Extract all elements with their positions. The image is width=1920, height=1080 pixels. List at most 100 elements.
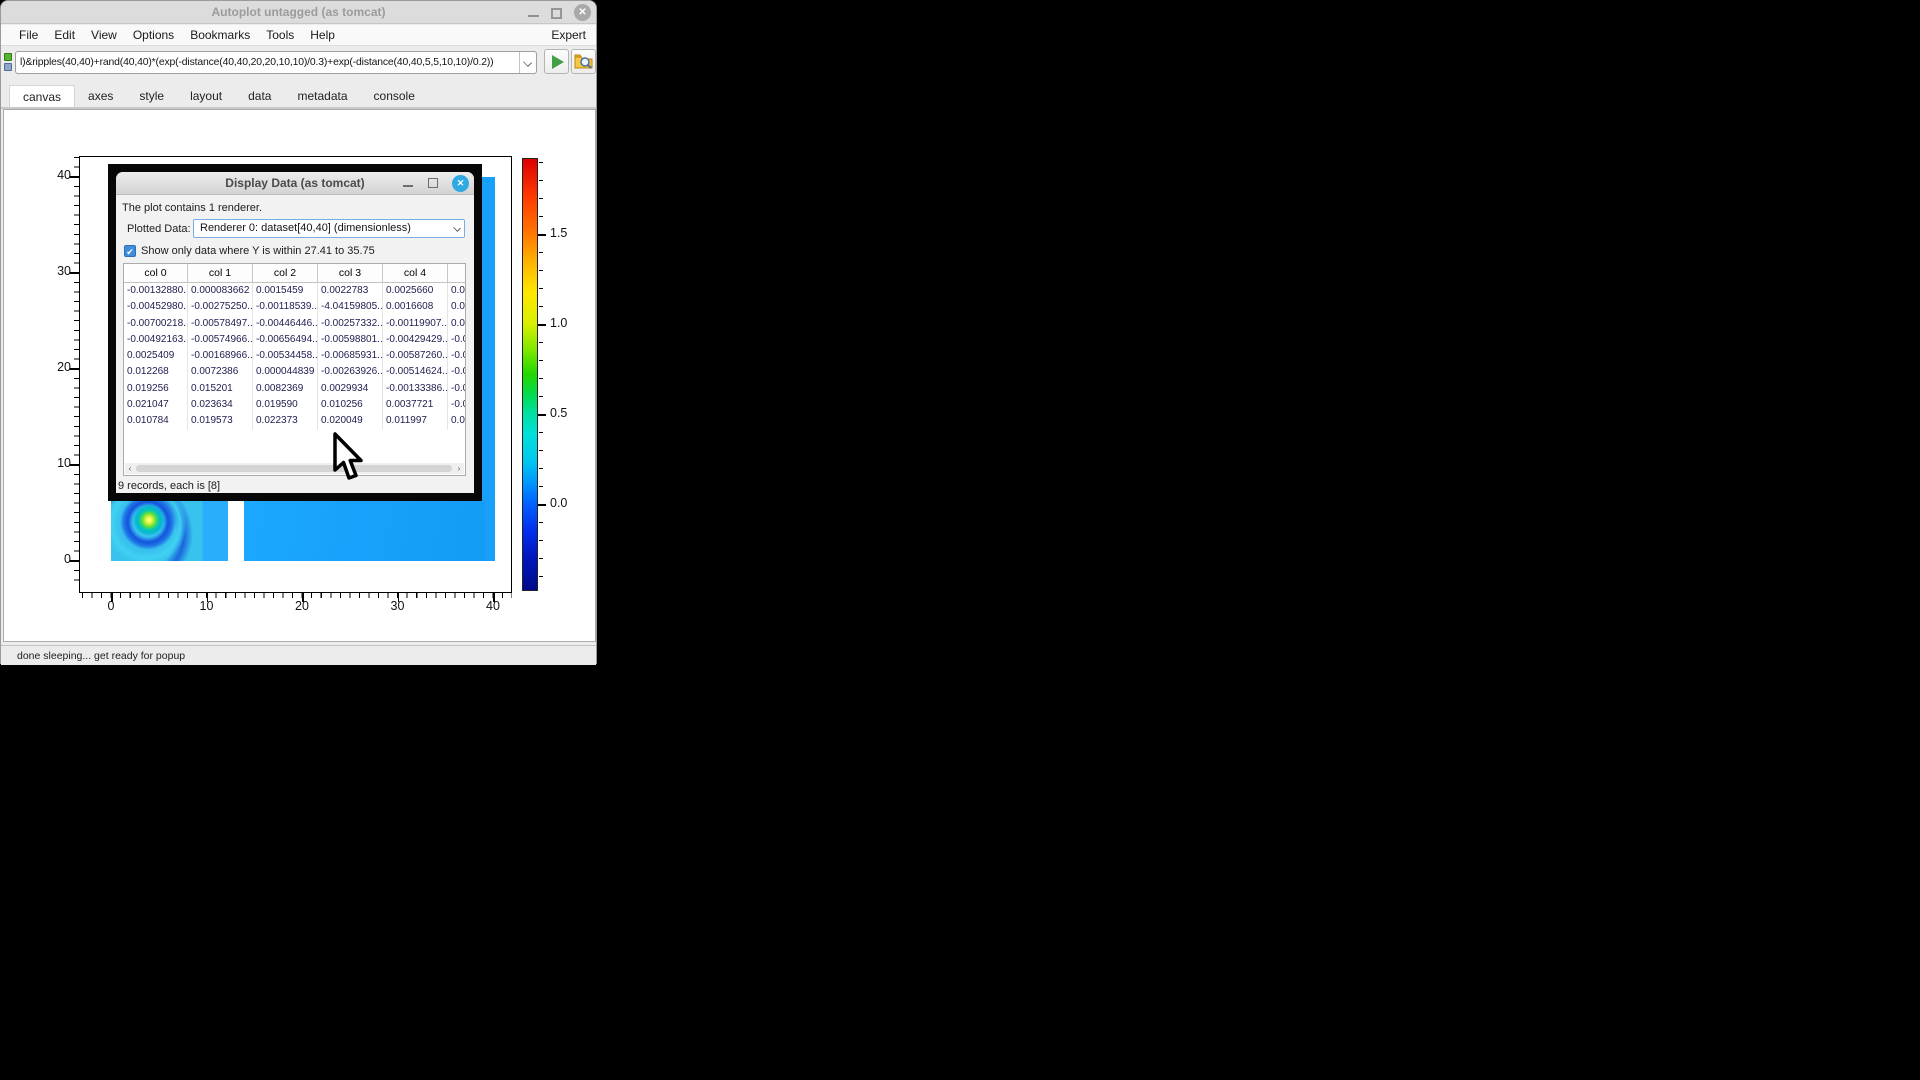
table-row[interactable]: -0.00492163...-0.00574966...-0.00656494.… bbox=[124, 332, 465, 348]
colorbar-minor-ticks bbox=[539, 158, 543, 590]
heatmap-ripple-blob bbox=[111, 501, 228, 561]
table-cell: 0.021047 bbox=[124, 397, 188, 413]
table-row[interactable]: -0.00452980...-0.00275250...-0.00118539.… bbox=[124, 299, 465, 315]
table-row[interactable]: 0.0025409-0.00168966...-0.00534458...-0.… bbox=[124, 348, 465, 364]
chevron-down-icon[interactable] bbox=[519, 52, 536, 73]
table-cell: 0.019256 bbox=[124, 381, 188, 397]
table-cell: 0.000083662 bbox=[188, 283, 253, 299]
table-cell: -0.0 bbox=[448, 364, 466, 380]
table-cell: -0.0 bbox=[448, 397, 466, 413]
menu-item-help[interactable]: Help bbox=[302, 26, 343, 44]
table-cell: 0.010256 bbox=[318, 397, 383, 413]
tab-layout[interactable]: layout bbox=[177, 85, 235, 108]
column-header[interactable]: col 1 bbox=[188, 264, 253, 282]
expert-mode-label[interactable]: Expert bbox=[551, 26, 586, 44]
table-cell: -4.04159805... bbox=[318, 299, 383, 315]
plotted-data-label: Plotted Data: bbox=[127, 223, 191, 235]
table-cell: -0.00492163... bbox=[124, 332, 188, 348]
minimize-icon[interactable] bbox=[528, 15, 539, 17]
status-blue-square-icon bbox=[4, 63, 12, 71]
table-cell: 0.00 bbox=[448, 299, 466, 315]
dialog-close-icon[interactable]: ✕ bbox=[452, 175, 469, 192]
x-tick bbox=[398, 593, 400, 602]
maximize-icon[interactable] bbox=[551, 8, 562, 19]
table-cell: 0.0037721 bbox=[383, 397, 448, 413]
dialog-titlebar[interactable]: Display Data (as tomcat) ✕ bbox=[116, 172, 474, 195]
column-header[interactable]: col 4 bbox=[383, 264, 448, 282]
menu-items: FileEditViewOptionsBookmarksToolsHelp bbox=[11, 26, 343, 44]
horizontal-scrollbar[interactable]: ‹ › bbox=[125, 463, 464, 474]
table-cell: 0.020049 bbox=[318, 413, 383, 429]
desktop: Autoplot untagged (as tomcat) ✕ FileEdit… bbox=[0, 0, 1920, 1080]
table-cell: 0.011997 bbox=[383, 413, 448, 429]
y-tick-label: 30 bbox=[37, 264, 71, 278]
scroll-right-icon[interactable]: › bbox=[454, 463, 464, 474]
menu-item-tools[interactable]: Tools bbox=[258, 26, 302, 44]
table-cell: -0.00168966... bbox=[188, 348, 253, 364]
column-header[interactable]: col 0 bbox=[124, 264, 188, 282]
window-titlebar[interactable]: Autoplot untagged (as tomcat) ✕ bbox=[1, 1, 596, 24]
go-button[interactable] bbox=[544, 49, 569, 74]
dialog-minimize-icon[interactable] bbox=[403, 185, 413, 187]
table-row[interactable]: 0.0192560.0152010.00823690.0029934-0.001… bbox=[124, 381, 465, 397]
table-row[interactable]: 0.0122680.00723860.000044839-0.00263926.… bbox=[124, 364, 465, 380]
y-tick bbox=[70, 368, 79, 370]
y-tick bbox=[70, 176, 79, 178]
table-cell: -0.00119907... bbox=[383, 316, 448, 332]
folder-magnifier-icon bbox=[572, 50, 595, 73]
tab-metadata[interactable]: metadata bbox=[284, 85, 360, 108]
filter-checkbox[interactable]: ✔ bbox=[124, 245, 136, 257]
table-cell: -0.00514624... bbox=[383, 364, 448, 380]
table-cell: 0.010784 bbox=[124, 413, 188, 429]
column-header[interactable]: col 2 bbox=[253, 264, 318, 282]
tab-axes[interactable]: axes bbox=[75, 85, 126, 108]
inspect-uri-button[interactable] bbox=[571, 49, 596, 74]
scroll-left-icon[interactable]: ‹ bbox=[125, 463, 135, 474]
tab-console[interactable]: console bbox=[361, 85, 428, 108]
mouse-cursor-icon bbox=[332, 432, 366, 482]
table-cell: 0.0082369 bbox=[253, 381, 318, 397]
y-tick bbox=[70, 560, 79, 562]
data-table-header: col 0col 1col 2col 3col 4 bbox=[124, 264, 465, 283]
table-row[interactable]: 0.0210470.0236340.0195900.0102560.003772… bbox=[124, 397, 465, 413]
tab-strip: canvasaxesstylelayoutdatametadataconsole bbox=[1, 85, 596, 108]
colorbar-tick bbox=[538, 234, 546, 236]
data-table[interactable]: col 0col 1col 2col 3col 4 -0.00132880...… bbox=[123, 263, 466, 476]
menu-bar: FileEditViewOptionsBookmarksToolsHelp Ex… bbox=[1, 25, 596, 46]
table-cell: 0.0025660 bbox=[383, 283, 448, 299]
renderer-select[interactable]: Renderer 0: dataset[40,40] (dimensionles… bbox=[193, 219, 465, 238]
table-row[interactable]: 0.0107840.0195730.0223730.0200490.011997… bbox=[124, 413, 465, 429]
close-icon[interactable]: ✕ bbox=[574, 4, 591, 21]
menu-item-bookmarks[interactable]: Bookmarks bbox=[182, 26, 258, 44]
table-row[interactable]: -0.00132880...0.0000836620.00154590.0022… bbox=[124, 283, 465, 299]
table-cell: -0.00598801... bbox=[318, 332, 383, 348]
tab-data[interactable]: data bbox=[235, 85, 284, 108]
scrollbar-thumb[interactable] bbox=[136, 465, 452, 472]
status-message: done sleeping... get ready for popup bbox=[17, 650, 185, 662]
column-header[interactable] bbox=[448, 264, 466, 282]
play-icon bbox=[552, 55, 564, 69]
dialog-maximize-icon[interactable] bbox=[428, 178, 438, 188]
status-green-square-icon bbox=[4, 53, 12, 61]
colorbar-tick bbox=[538, 324, 546, 326]
uri-combobox[interactable]: l)&ripples(40,40)+rand(40,40)*(exp(-dist… bbox=[15, 51, 537, 74]
uri-input[interactable]: l)&ripples(40,40)+rand(40,40)*(exp(-dist… bbox=[20, 52, 518, 73]
column-header[interactable]: col 3 bbox=[318, 264, 383, 282]
table-cell: -0.00578497... bbox=[188, 316, 253, 332]
table-cell: 0.023634 bbox=[188, 397, 253, 413]
colorbar-tick-label: 1.5 bbox=[550, 226, 567, 240]
colorbar bbox=[522, 158, 538, 591]
menu-item-edit[interactable]: Edit bbox=[46, 26, 83, 44]
table-cell: -0.0 bbox=[448, 348, 466, 364]
y-tick bbox=[70, 464, 79, 466]
menu-item-options[interactable]: Options bbox=[125, 26, 182, 44]
records-summary: 9 records, each is [8] bbox=[118, 480, 220, 492]
table-cell: -0.00429429... bbox=[383, 332, 448, 348]
tab-canvas[interactable]: canvas bbox=[9, 85, 75, 108]
table-cell: 0.022373 bbox=[253, 413, 318, 429]
menu-item-file[interactable]: File bbox=[11, 26, 46, 44]
table-row[interactable]: -0.00700218...-0.00578497...-0.00446446.… bbox=[124, 316, 465, 332]
menu-item-view[interactable]: View bbox=[83, 26, 125, 44]
tab-style[interactable]: style bbox=[126, 85, 177, 108]
filter-checkbox-label: Show only data where Y is within 27.41 t… bbox=[141, 245, 375, 257]
